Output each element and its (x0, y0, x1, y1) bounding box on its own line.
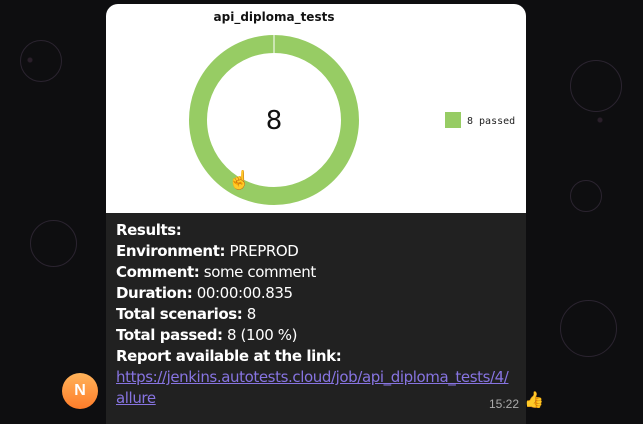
thumbs-up-reaction-icon[interactable]: 👍 (524, 390, 544, 410)
legend-swatch (445, 112, 461, 128)
duration-label: Duration: (116, 284, 193, 302)
chart-image[interactable]: api_diploma_tests 8 passed 8 (106, 4, 526, 213)
donut-chart: 8 passed 8 (189, 35, 515, 205)
legend-label: 8 passed (467, 116, 515, 127)
environment-value: PREPROD (229, 242, 299, 260)
hand-cursor-icon: ☝ (228, 170, 251, 190)
scenarios-value: 8 (246, 305, 257, 323)
passed-label: Total passed: (116, 326, 223, 344)
report-label: Report available at the link: (116, 347, 342, 365)
sender-avatar[interactable]: N (62, 373, 98, 409)
duration-value: 00:00:00.835 (196, 284, 293, 302)
passed-value: 8 (100 %) (227, 326, 298, 344)
environment-label: Environment: (116, 242, 226, 260)
message-bubble: api_diploma_tests 8 passed 8 Results: Env… (106, 4, 526, 424)
comment-value: some comment (203, 263, 316, 281)
comment-label: Comment: (116, 263, 200, 281)
center-label: 8 (266, 106, 283, 136)
results-label: Results: (116, 221, 182, 239)
message-time: 15:22 (489, 397, 520, 411)
scenarios-label: Total scenarios: (116, 305, 243, 323)
avatar-initial: N (74, 382, 86, 399)
message-text: Results: Environment: PREPROD Comment: s… (116, 220, 516, 409)
report-link[interactable]: https://jenkins.autotests.cloud/job/api_… (116, 367, 516, 409)
